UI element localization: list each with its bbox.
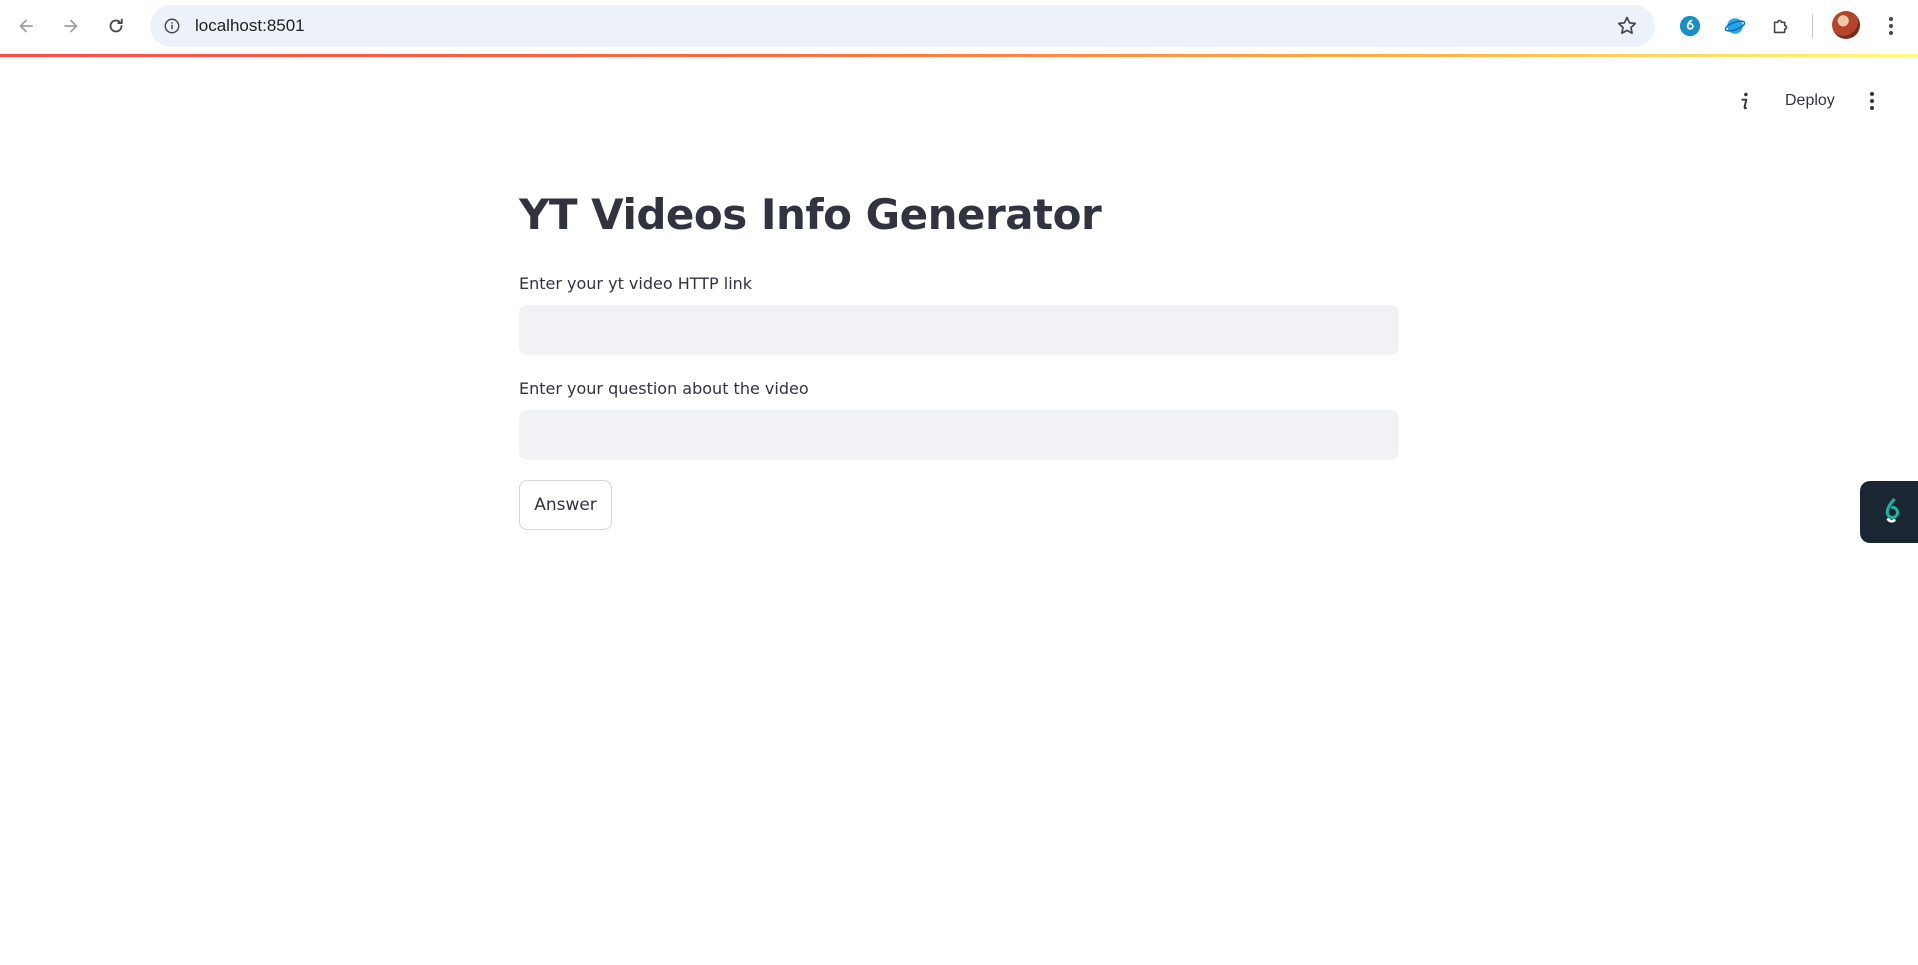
extension-badge-icon[interactable]: [1676, 12, 1704, 40]
url-text[interactable]: localhost:8501: [195, 5, 305, 47]
page-title: YT Videos Info Generator: [519, 190, 1102, 239]
extension-planet-icon[interactable]: [1721, 12, 1749, 40]
floating-assistant-button[interactable]: [1860, 481, 1918, 543]
arrow-right-icon: [64, 19, 78, 33]
link-field-label: Enter your yt video HTTP link: [519, 274, 753, 293]
main-menu-kebab-icon[interactable]: [1862, 88, 1882, 114]
video-link-input[interactable]: [519, 305, 1399, 355]
back-button[interactable]: [9, 9, 43, 43]
deploy-button[interactable]: Deploy: [1777, 86, 1843, 116]
reload-button[interactable]: [99, 9, 133, 43]
streamlit-info-icon[interactable]: [1731, 88, 1759, 114]
info-icon[interactable]: [161, 15, 183, 37]
arrow-left-icon: [19, 19, 33, 33]
question-input[interactable]: [519, 410, 1399, 460]
address-bar[interactable]: localhost:8501: [150, 5, 1655, 47]
question-field-label: Enter your question about the video: [519, 379, 809, 398]
answer-button[interactable]: Answer: [519, 480, 612, 530]
star-icon[interactable]: [1615, 14, 1639, 38]
puzzle-icon[interactable]: [1767, 12, 1795, 40]
loading-gradient-bar: [0, 54, 1918, 57]
assistant-logo-icon: [1885, 498, 1899, 523]
profile-avatar[interactable]: [1832, 11, 1860, 39]
browser-toolbar: localhost:8501: [0, 0, 1918, 54]
kebab-icon[interactable]: [1880, 12, 1902, 40]
toolbar-separator: [1812, 14, 1813, 38]
reload-icon: [109, 18, 123, 33]
forward-button[interactable]: [54, 9, 88, 43]
